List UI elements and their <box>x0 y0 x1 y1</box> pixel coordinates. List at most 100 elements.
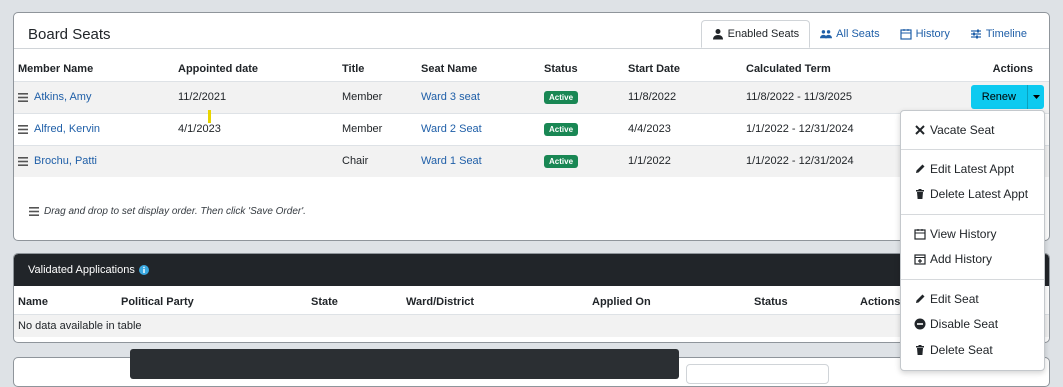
member-name-link[interactable]: Alfred, Kervin <box>34 123 100 135</box>
col-status[interactable]: Status <box>750 290 856 314</box>
empty-table-message: No data available in table <box>14 313 1049 337</box>
col-political-party[interactable]: Political Party <box>117 290 307 314</box>
pencil-icon <box>916 294 925 303</box>
col-start-date[interactable]: Start Date <box>624 57 742 81</box>
seat-title: Chair <box>338 144 417 177</box>
col-appointed-date[interactable]: Appointed date <box>174 57 338 81</box>
table-row[interactable]: Alfred, Kervin 4/1/2023 Member Ward 2 Se… <box>14 112 1049 145</box>
pencil-icon <box>916 164 925 173</box>
board-seats-title: Board Seats <box>28 26 111 43</box>
seat-title: Member <box>338 112 417 145</box>
col-ward-district[interactable]: Ward/District <box>402 290 588 314</box>
menu-item-delete-seat[interactable]: Delete Seat <box>914 343 993 357</box>
trash-icon <box>916 189 924 199</box>
tab-history[interactable]: History <box>890 20 960 48</box>
start-date: 11/8/2022 <box>624 80 742 113</box>
start-date: 1/1/2022 <box>624 144 742 177</box>
menu-item-label: Disable Seat <box>930 317 999 331</box>
seat-name-link[interactable]: Ward 2 Seat <box>421 123 482 135</box>
renew-button-group: Renew <box>970 85 1044 109</box>
drag-handle-icon[interactable] <box>18 124 28 134</box>
tab-all-seats[interactable]: All Seats <box>810 20 889 48</box>
tab-timeline[interactable]: Timeline <box>960 20 1037 48</box>
menu-item-label: View History <box>930 227 997 241</box>
col-status[interactable]: Status <box>540 57 624 81</box>
drag-handle-icon <box>29 207 39 216</box>
tabs-divider <box>14 48 1049 49</box>
table-row[interactable]: Atkins, Amy 11/2/2021 Member Ward 3 seat… <box>14 80 1049 113</box>
tab-enabled-seats[interactable]: Enabled Seats <box>700 20 811 48</box>
validated-applications-table: Name Political Party State Ward/District… <box>14 290 1049 337</box>
caret-down-icon <box>1032 95 1040 99</box>
table-header-row: Name Political Party State Ward/District… <box>14 290 1049 314</box>
menu-item-view-history[interactable]: View History <box>914 227 996 241</box>
drag-handle-icon[interactable] <box>18 156 28 166</box>
seat-title: Member <box>338 80 417 113</box>
overlay-bar <box>130 349 679 379</box>
user-icon <box>712 29 723 40</box>
seat-tabs: Enabled Seats All Seats History Timeline <box>700 20 1037 48</box>
tab-all-seats-label: All Seats <box>836 28 880 40</box>
col-seat-name[interactable]: Seat Name <box>417 57 540 81</box>
col-member-name[interactable]: Member Name <box>14 57 174 81</box>
col-state[interactable]: State <box>307 290 402 314</box>
board-seats-card: Board Seats Enabled Seats All Seats Hist… <box>13 12 1050 241</box>
col-title[interactable]: Title <box>338 57 417 81</box>
status-badge: Active <box>544 154 579 168</box>
menu-item-add-history[interactable]: Add History <box>914 252 992 266</box>
status-badge: Active <box>544 122 579 136</box>
menu-item-label: Edit Latest Appt <box>930 162 1015 176</box>
seat-name-link[interactable]: Ward 1 Seat <box>421 155 482 167</box>
status-badge: Active <box>544 90 579 104</box>
appointed-date <box>174 144 338 177</box>
trash-icon <box>916 345 924 355</box>
menu-divider <box>901 279 1044 280</box>
menu-item-edit-seat[interactable]: Edit Seat <box>914 292 979 306</box>
col-name[interactable]: Name <box>14 290 117 314</box>
calendar-plus-icon <box>914 254 926 265</box>
menu-item-edit-latest-appt[interactable]: Edit Latest Appt <box>914 162 1014 176</box>
calendar-icon <box>914 229 926 240</box>
drag-order-note-text: Drag and drop to set display order. Then… <box>44 206 306 217</box>
table-row[interactable]: Brochu, Patti Chair Ward 1 Seat Active 1… <box>14 144 1049 177</box>
calendar-icon <box>899 29 912 40</box>
tab-timeline-label: Timeline <box>985 28 1027 40</box>
appointed-date: 4/1/2023 <box>174 112 338 145</box>
text-cursor <box>208 110 211 123</box>
member-name-link[interactable]: Atkins, Amy <box>34 91 91 103</box>
tab-history-label: History <box>915 28 950 40</box>
users-icon <box>820 30 833 39</box>
drag-handle-icon[interactable] <box>18 92 28 102</box>
start-date: 4/4/2023 <box>624 112 742 145</box>
menu-item-delete-latest-appt[interactable]: Delete Latest Appt <box>914 187 1028 201</box>
menu-item-label: Add History <box>930 252 993 266</box>
renew-actions-menu: Vacate Seat Edit Latest Appt Delete Late… <box>900 110 1045 371</box>
close-icon <box>915 125 925 135</box>
menu-item-label: Vacate Seat <box>930 123 995 137</box>
member-name-link[interactable]: Brochu, Patti <box>34 155 97 167</box>
menu-item-label: Edit Seat <box>930 292 979 306</box>
col-actions: Actions <box>992 62 1033 75</box>
table-row: No data available in table <box>14 313 1049 337</box>
validated-applications-title: Validated Applications <box>28 264 135 276</box>
next-card-button[interactable] <box>686 364 829 384</box>
renew-button[interactable]: Renew <box>970 85 1027 109</box>
validated-applications-header: Validated Applications <box>14 254 1049 286</box>
validated-applications-card: Validated Applications Name Political Pa… <box>13 253 1050 343</box>
drag-order-note: Drag and drop to set display order. Then… <box>29 206 306 217</box>
sliders-icon <box>970 29 981 39</box>
table-header-row: Member Name Appointed date Title Seat Na… <box>14 57 1049 81</box>
minus-circle-icon <box>914 318 926 330</box>
renew-dropdown-toggle[interactable] <box>1027 85 1044 109</box>
menu-item-vacate-seat[interactable]: Vacate Seat <box>914 123 995 137</box>
seat-name-link[interactable]: Ward 3 seat <box>421 91 480 103</box>
col-calculated-term[interactable]: Calculated Term <box>742 57 942 81</box>
menu-item-disable-seat[interactable]: Disable Seat <box>914 317 998 331</box>
calculated-term: 11/8/2022 - 11/3/2025 <box>742 80 942 113</box>
col-applied-on[interactable]: Applied On <box>588 290 750 314</box>
info-icon[interactable] <box>138 265 149 275</box>
menu-divider <box>901 214 1044 215</box>
tab-enabled-seats-label: Enabled Seats <box>727 28 800 40</box>
appointed-date: 11/2/2021 <box>174 80 338 113</box>
menu-divider <box>901 149 1044 150</box>
